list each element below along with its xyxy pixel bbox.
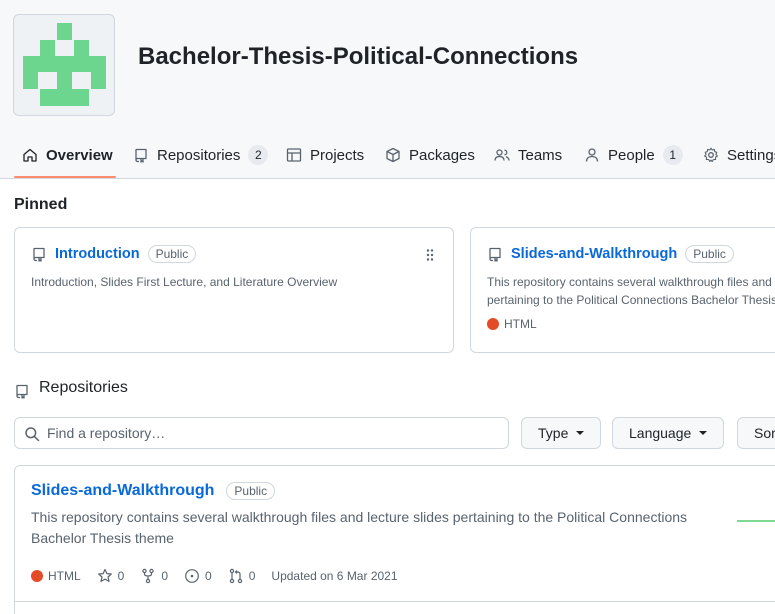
active-tab-indicator — [14, 176, 116, 178]
search-input[interactable] — [15, 418, 508, 448]
org-header: Bachelor-Thesis-Political-Connections Ov… — [0, 0, 775, 179]
language-filter-button[interactable]: Language — [612, 417, 725, 449]
people-count: 1 — [662, 145, 683, 165]
repo-search — [14, 417, 509, 449]
language-color-dot — [487, 318, 499, 330]
repo-icon — [33, 247, 45, 262]
language-label: HTML — [48, 569, 81, 583]
pull-request-icon — [229, 568, 242, 584]
gear-icon — [704, 147, 718, 163]
tab-people[interactable]: People 1 — [584, 131, 683, 179]
people-icon — [494, 149, 510, 161]
tab-projects-label: Projects — [310, 146, 365, 164]
tab-people-label: People — [608, 146, 655, 164]
caret-down-icon — [699, 431, 708, 435]
updated-date: Updated on 6 Mar 2021 — [271, 569, 398, 583]
tab-overview[interactable]: Overview — [22, 131, 113, 179]
tab-packages[interactable]: Packages — [385, 131, 475, 179]
repositories-count: 2 — [248, 145, 269, 165]
list-item: Slides-and-Walkthrough Public This repos… — [15, 466, 775, 602]
repo-language: HTML — [31, 569, 81, 583]
fork-icon — [142, 568, 155, 584]
visibility-badge: Public — [147, 245, 197, 263]
tab-overview-label: Overview — [46, 146, 113, 164]
org-avatar[interactable] — [13, 14, 115, 116]
language-filter-label: Language — [629, 425, 692, 441]
description-line: This repository contains several walkthr… — [487, 275, 772, 289]
pinned-repo-description: This repository contains several walkthr… — [487, 273, 775, 309]
tab-projects[interactable]: Projects — [286, 131, 364, 179]
repo-icon — [135, 148, 147, 163]
activity-sparkline — [737, 520, 775, 522]
repositories-title: Repositories — [39, 379, 128, 396]
table-icon — [286, 148, 302, 162]
type-filter-button[interactable]: Type — [521, 417, 602, 449]
issues-value: 0 — [205, 569, 212, 583]
tab-teams-label: Teams — [518, 146, 563, 164]
description-line: pertaining to the Political Connections … — [487, 293, 775, 307]
forks-value: 0 — [161, 569, 169, 583]
org-name: Bachelor-Thesis-Political-Connections — [138, 43, 579, 70]
search-icon — [25, 427, 40, 442]
pinned-heading: Pinned — [14, 196, 68, 213]
forks-count[interactable]: 0 — [140, 568, 168, 584]
repo-icon — [16, 384, 28, 399]
pinned-card-introduction: Introduction Public Introduction, Slides… — [14, 227, 454, 353]
person-icon — [585, 148, 599, 162]
tab-teams[interactable]: Teams — [494, 131, 562, 179]
stars-count[interactable]: 0 — [97, 568, 125, 584]
star-icon — [97, 568, 112, 582]
pinned-repo-description: Introduction, Slides First Lecture, and … — [31, 275, 338, 289]
repo-language: HTML — [487, 317, 537, 331]
tab-settings-label: Settings — [727, 146, 775, 164]
stars-value: 0 — [117, 569, 125, 583]
visibility-badge: Public — [226, 482, 276, 500]
pinned-repo-link[interactable]: Slides-and-Walkthrough — [511, 246, 677, 262]
visibility-badge: Public — [685, 245, 734, 263]
repository-list: Slides-and-Walkthrough Public This repos… — [14, 465, 775, 614]
repo-description: This repository contains several walkthr… — [31, 509, 688, 546]
issues-count[interactable]: 0 — [184, 568, 212, 584]
drag-handle-icon[interactable] — [425, 248, 435, 262]
pinned-repo-link[interactable]: Introduction — [55, 246, 140, 262]
home-icon — [23, 148, 37, 162]
sort-label: Sort — [754, 425, 775, 441]
identicon-image — [23, 23, 106, 106]
pinned-card-slides: Slides-and-Walkthrough Public This repos… — [470, 227, 775, 353]
repositories-heading: Repositories — [14, 377, 128, 399]
language-label: HTML — [504, 317, 537, 331]
tab-repositories[interactable]: Repositories 2 — [133, 131, 269, 179]
sort-button[interactable]: Sort — [737, 417, 775, 449]
repo-icon — [489, 247, 501, 262]
tab-packages-label: Packages — [409, 146, 475, 164]
caret-down-icon — [576, 431, 585, 435]
tab-repositories-label: Repositories — [157, 146, 241, 164]
language-color-dot — [31, 570, 43, 582]
pull-requests-count[interactable]: 0 — [228, 568, 256, 584]
pull-requests-value: 0 — [248, 569, 256, 583]
repo-name-link[interactable]: Slides-and-Walkthrough — [31, 482, 214, 500]
issue-icon — [185, 569, 199, 583]
tab-settings[interactable]: Settings — [703, 131, 775, 179]
org-nav: Overview Repositories 2 Projects Package… — [0, 131, 775, 179]
package-icon — [386, 147, 400, 163]
type-filter-label: Type — [538, 425, 569, 441]
repo-meta: HTML 0 0 0 0 Updated on 6 Mar 2021 — [31, 568, 414, 584]
